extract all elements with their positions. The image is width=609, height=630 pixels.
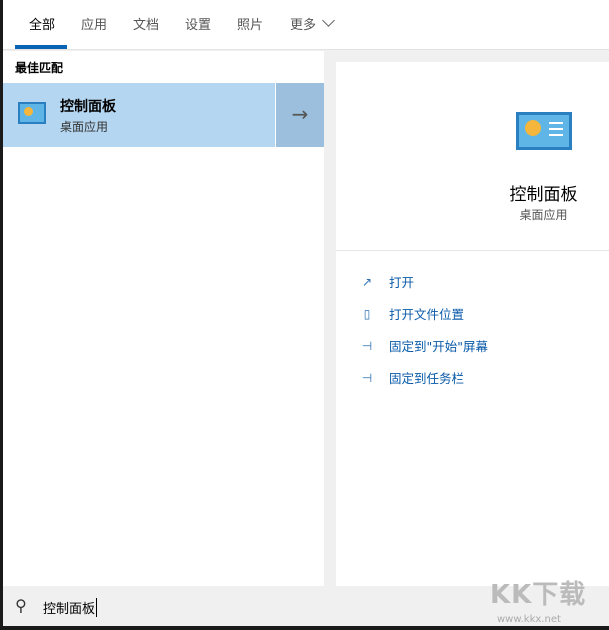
expand-arrow-button[interactable]: → — [276, 83, 324, 147]
action-open[interactable]: ↗ 打开 — [360, 272, 414, 291]
control-panel-icon — [18, 102, 46, 124]
action-pin-to-taskbar[interactable]: ⊣ 固定到任务栏 — [360, 368, 464, 387]
open-icon: ↗ — [361, 274, 373, 289]
tab-all[interactable]: 全部 — [29, 14, 55, 33]
preview-title: 控制面板 — [509, 185, 578, 205]
watermark-url: www.kkx.net — [497, 614, 561, 625]
search-icon: ⚲ — [15, 596, 27, 615]
action-label: 打开 — [389, 275, 415, 290]
pin-icon: ⊣ — [361, 370, 373, 385]
active-tab-indicator — [15, 45, 67, 49]
tab-documents[interactable]: 文档 — [133, 14, 159, 33]
results-panel: 最佳匹配 控制面板 桌面应用 → — [3, 51, 324, 586]
tab-bar: 全部 应用 文档 设置 照片 更多 — [3, 0, 609, 50]
watermark-logo: KK下载 — [490, 580, 587, 610]
search-input[interactable]: 控制面板 — [43, 598, 98, 617]
tab-apps[interactable]: 应用 — [81, 14, 107, 33]
preview-subtitle: 桌面应用 — [519, 208, 568, 222]
section-title: 最佳匹配 — [15, 61, 64, 75]
control-panel-icon — [516, 112, 572, 150]
divider — [336, 250, 609, 251]
action-label: 固定到"开始"屏幕 — [389, 339, 488, 354]
tab-photos[interactable]: 照片 — [237, 14, 263, 33]
result-title: 控制面板 — [60, 99, 116, 115]
action-label: 打开文件位置 — [389, 307, 465, 322]
tab-settings[interactable]: 设置 — [185, 14, 211, 33]
pin-icon: ⊣ — [361, 338, 373, 353]
file-location-icon: ▯ — [363, 306, 371, 321]
chevron-down-icon — [322, 14, 335, 27]
tab-more[interactable]: 更多 — [290, 14, 335, 33]
search-window: 全部 应用 文档 设置 照片 更多 最佳匹配 控制面板 桌面应用 → 控制面板 … — [3, 0, 609, 626]
action-label: 固定到任务栏 — [389, 371, 465, 386]
best-match-result[interactable]: 控制面板 桌面应用 — [3, 83, 275, 147]
action-open-file-location[interactable]: ▯ 打开文件位置 — [360, 304, 464, 323]
action-pin-to-start[interactable]: ⊣ 固定到"开始"屏幕 — [360, 336, 488, 355]
result-subtitle: 桌面应用 — [60, 120, 109, 134]
preview-panel: 控制面板 桌面应用 ↗ 打开 ▯ 打开文件位置 ⊣ 固定到"开始"屏幕 ⊣ 固定到任务栏 — [336, 62, 609, 586]
tab-more-label: 更多 — [290, 18, 317, 33]
